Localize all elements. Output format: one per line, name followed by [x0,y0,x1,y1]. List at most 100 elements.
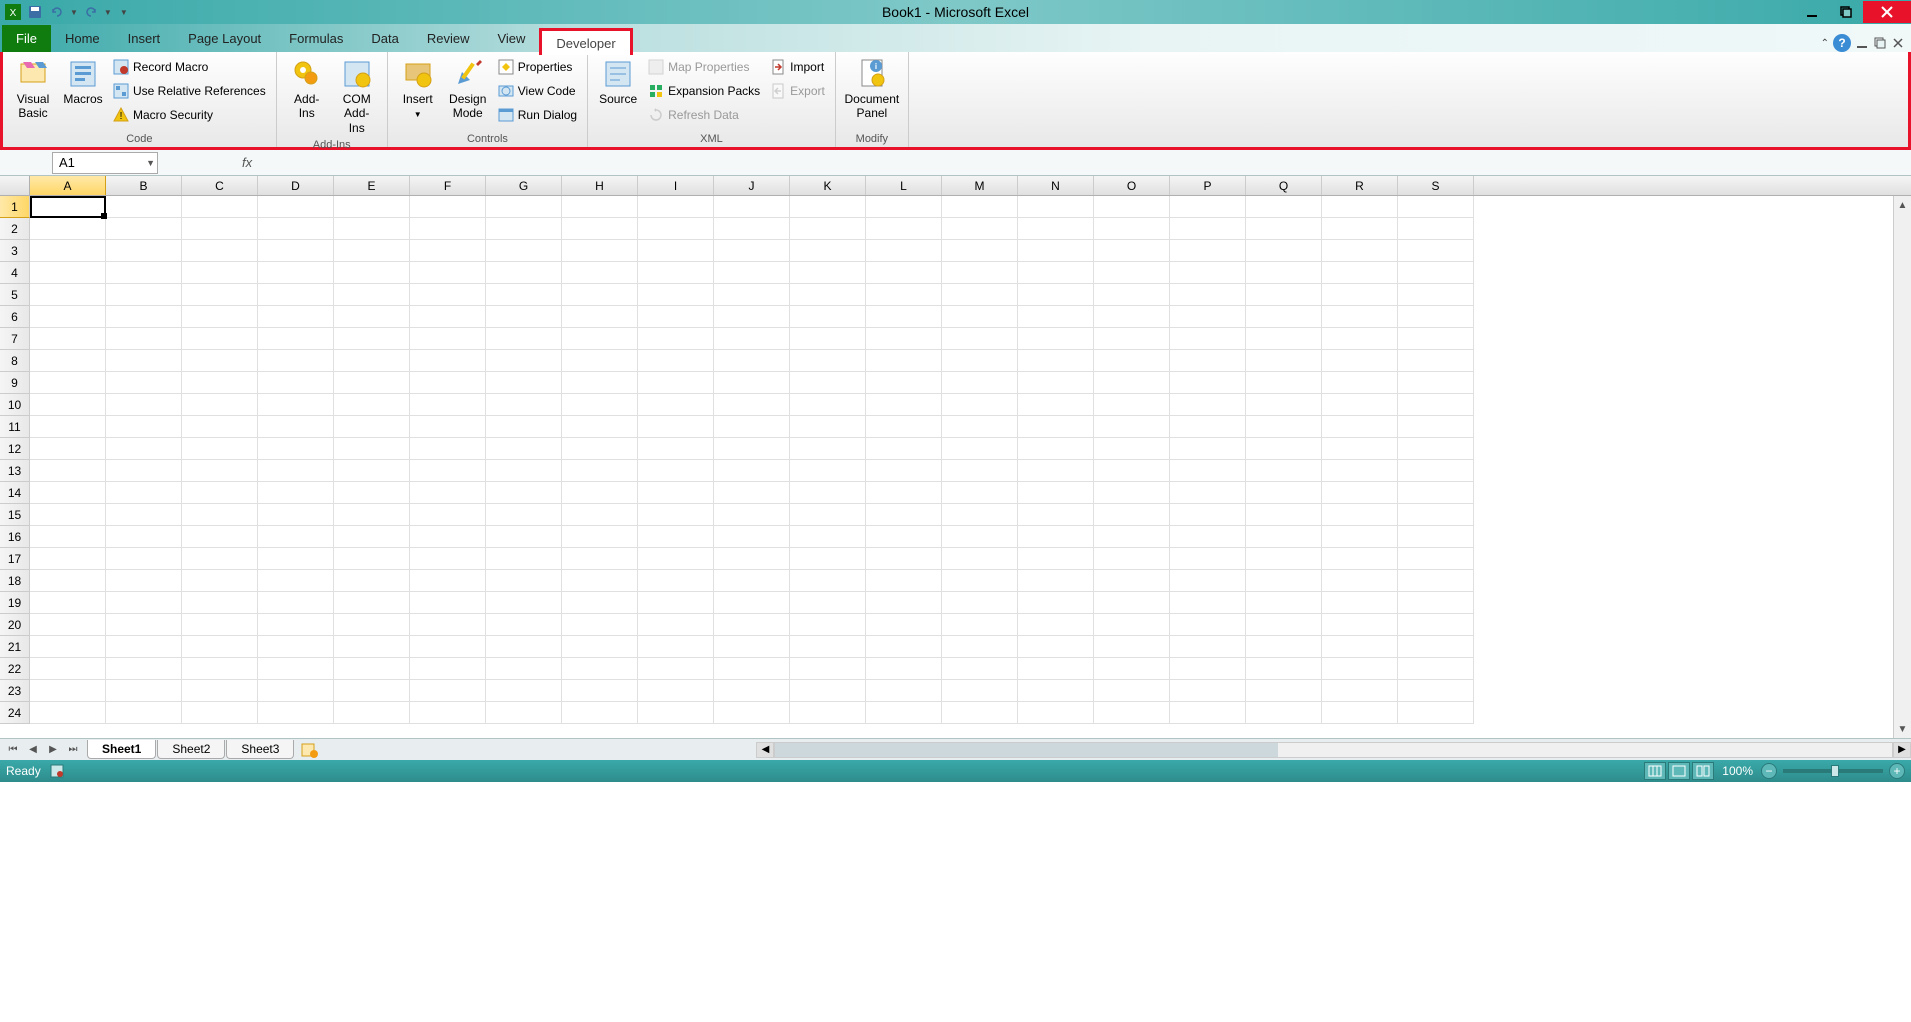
cell-R12[interactable] [1322,438,1398,460]
cell-A18[interactable] [30,570,106,592]
cell-N6[interactable] [1018,306,1094,328]
cell-G12[interactable] [486,438,562,460]
cell-M2[interactable] [942,218,1018,240]
cell-K23[interactable] [790,680,866,702]
cell-E18[interactable] [334,570,410,592]
cell-M7[interactable] [942,328,1018,350]
cell-O22[interactable] [1094,658,1170,680]
cell-E6[interactable] [334,306,410,328]
cell-Q11[interactable] [1246,416,1322,438]
source-button[interactable]: Source [594,56,642,108]
row-header-9[interactable]: 9 [0,372,30,394]
cell-N20[interactable] [1018,614,1094,636]
cell-D14[interactable] [258,482,334,504]
cell-I13[interactable] [638,460,714,482]
cell-K15[interactable] [790,504,866,526]
cell-S11[interactable] [1398,416,1474,438]
record-macro-button[interactable]: Record Macro [109,56,270,78]
cell-H24[interactable] [562,702,638,724]
cell-R17[interactable] [1322,548,1398,570]
cell-O3[interactable] [1094,240,1170,262]
cell-C8[interactable] [182,350,258,372]
cell-I6[interactable] [638,306,714,328]
cell-A2[interactable] [30,218,106,240]
cell-Q21[interactable] [1246,636,1322,658]
cell-B10[interactable] [106,394,182,416]
cell-L12[interactable] [866,438,942,460]
cell-Q5[interactable] [1246,284,1322,306]
cell-D9[interactable] [258,372,334,394]
row-header-1[interactable]: 1 [0,196,30,218]
cell-H10[interactable] [562,394,638,416]
cell-E22[interactable] [334,658,410,680]
row-header-3[interactable]: 3 [0,240,30,262]
cell-B14[interactable] [106,482,182,504]
cell-K16[interactable] [790,526,866,548]
row-header-23[interactable]: 23 [0,680,30,702]
cell-P1[interactable] [1170,196,1246,218]
cell-O19[interactable] [1094,592,1170,614]
cell-L24[interactable] [866,702,942,724]
cell-P13[interactable] [1170,460,1246,482]
cell-O8[interactable] [1094,350,1170,372]
col-header-N[interactable]: N [1018,176,1094,195]
cell-G24[interactable] [486,702,562,724]
cell-I20[interactable] [638,614,714,636]
cell-A17[interactable] [30,548,106,570]
cell-E12[interactable] [334,438,410,460]
row-header-6[interactable]: 6 [0,306,30,328]
col-header-D[interactable]: D [258,176,334,195]
cell-M14[interactable] [942,482,1018,504]
cell-K12[interactable] [790,438,866,460]
cell-N12[interactable] [1018,438,1094,460]
cell-F12[interactable] [410,438,486,460]
cell-S24[interactable] [1398,702,1474,724]
cell-E14[interactable] [334,482,410,504]
export-button[interactable]: Export [766,80,829,102]
cell-N23[interactable] [1018,680,1094,702]
cell-Q1[interactable] [1246,196,1322,218]
cell-E15[interactable] [334,504,410,526]
cell-J20[interactable] [714,614,790,636]
insert-controls-button[interactable]: Insert▼ [394,56,442,123]
cell-C16[interactable] [182,526,258,548]
undo-dropdown-icon[interactable]: ▼ [70,8,78,17]
cell-J15[interactable] [714,504,790,526]
cell-C9[interactable] [182,372,258,394]
cell-O23[interactable] [1094,680,1170,702]
cell-J6[interactable] [714,306,790,328]
cell-C22[interactable] [182,658,258,680]
cell-B2[interactable] [106,218,182,240]
cell-G16[interactable] [486,526,562,548]
cell-B15[interactable] [106,504,182,526]
cell-E10[interactable] [334,394,410,416]
cell-R21[interactable] [1322,636,1398,658]
cell-A7[interactable] [30,328,106,350]
cell-S3[interactable] [1398,240,1474,262]
cell-C5[interactable] [182,284,258,306]
cell-R22[interactable] [1322,658,1398,680]
row-header-12[interactable]: 12 [0,438,30,460]
cell-G20[interactable] [486,614,562,636]
cell-B21[interactable] [106,636,182,658]
cell-E20[interactable] [334,614,410,636]
cell-N18[interactable] [1018,570,1094,592]
cell-B8[interactable] [106,350,182,372]
hscroll-track[interactable] [774,742,1893,758]
cell-G17[interactable] [486,548,562,570]
design-mode-button[interactable]: Design Mode [444,56,492,123]
cell-P22[interactable] [1170,658,1246,680]
cell-A15[interactable] [30,504,106,526]
cell-A22[interactable] [30,658,106,680]
cell-E16[interactable] [334,526,410,548]
col-header-F[interactable]: F [410,176,486,195]
expansion-packs-button[interactable]: Expansion Packs [644,80,764,102]
cell-A13[interactable] [30,460,106,482]
cell-Q8[interactable] [1246,350,1322,372]
cell-R6[interactable] [1322,306,1398,328]
cell-H18[interactable] [562,570,638,592]
cell-G9[interactable] [486,372,562,394]
cell-S23[interactable] [1398,680,1474,702]
cell-G22[interactable] [486,658,562,680]
cell-J22[interactable] [714,658,790,680]
